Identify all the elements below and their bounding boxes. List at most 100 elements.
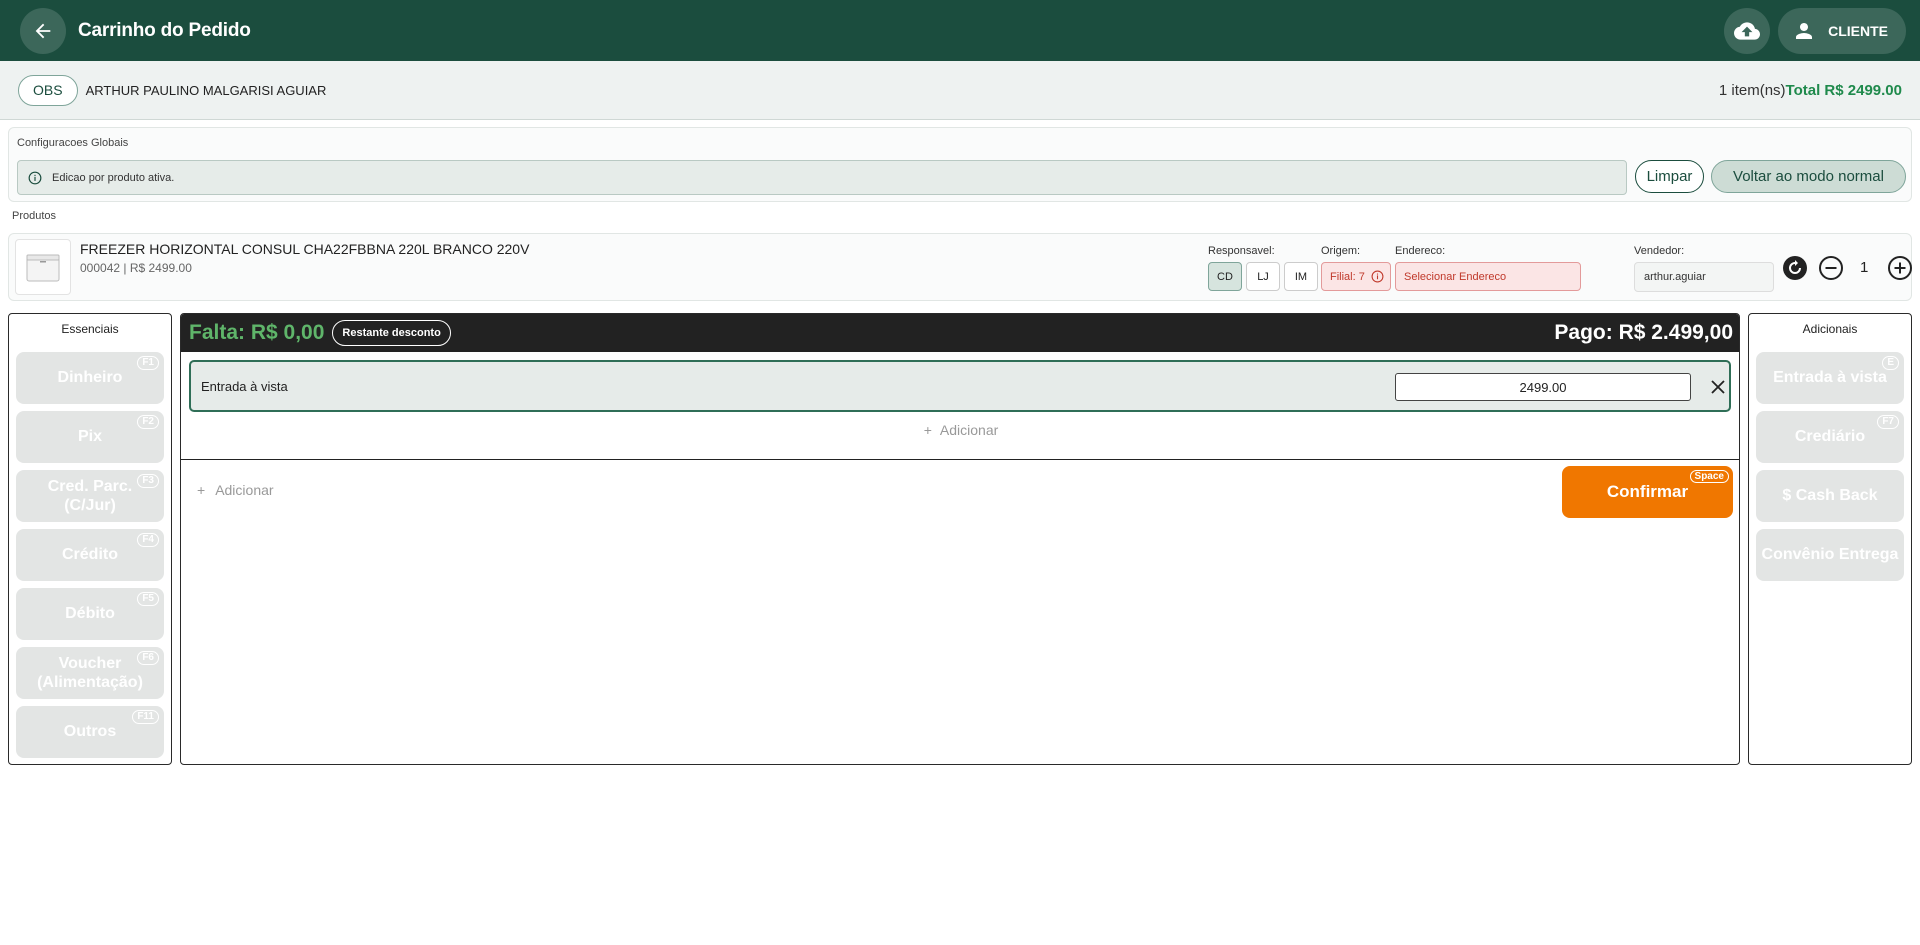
add-entry-button[interactable]: + Adicionar (181, 422, 1739, 438)
origem-label: Origem: (1321, 245, 1361, 257)
freezer-icon (26, 254, 60, 282)
payment-pix-button[interactable]: Pix F2 (16, 411, 164, 463)
additional-label: $ Cash Back (1782, 487, 1878, 505)
shield-refresh-icon (1783, 256, 1807, 280)
origem-field[interactable]: Filial: 7 (1321, 262, 1391, 291)
order-total: Total R$ 2499.00 (1785, 81, 1902, 99)
product-meta: 000042 | R$ 2499.00 (80, 261, 192, 275)
back-button[interactable] (20, 7, 66, 54)
endereco-select[interactable]: Selecionar Endereco (1395, 262, 1581, 291)
cloud-upload-icon (1734, 21, 1761, 40)
alert-info-icon (1371, 270, 1384, 283)
responsavel-lj-button[interactable]: LJ (1246, 262, 1280, 291)
additional-label: Crediário (1794, 428, 1866, 446)
additional-convenio-button[interactable]: Convênio Entrega (1756, 529, 1904, 581)
payment-voucher-button[interactable]: Voucher (Alimentação) F6 (16, 647, 164, 699)
shortcut-key: F2 (137, 415, 159, 429)
client-button-label: CLIENTE (1828, 22, 1888, 39)
payment-credito-button[interactable]: Crédito F4 (16, 529, 164, 581)
essenciais-title: Essenciais (61, 322, 119, 336)
responsavel-label: Responsavel: (1208, 245, 1275, 257)
clear-button[interactable]: Limpar (1635, 160, 1704, 193)
shortcut-key: F7 (1877, 415, 1899, 429)
product-name: FREEZER HORIZONTAL CONSUL CHA22FBBNA 220… (80, 241, 530, 257)
shortcut-key: F11 (132, 710, 159, 724)
items-count: 1 item(ns) (1718, 81, 1786, 99)
payment-entry-label: Entrada à vista (201, 378, 288, 394)
product-image (15, 239, 71, 295)
payment-entry-value-input[interactable]: 2499.00 (1395, 373, 1691, 401)
global-config-info: Edicao por produto ativa. (17, 160, 1627, 195)
remaining-amount: Falta: R$ 0,00 (189, 321, 325, 344)
responsavel-im-button[interactable]: IM (1284, 262, 1318, 291)
plus-icon: + (197, 482, 206, 498)
payment-label: Crédito (62, 546, 118, 564)
payment-entry-row: Entrada à vista 2499.00 (189, 360, 1731, 412)
add-entry-label: Adicionar (939, 422, 999, 438)
responsavel-cd-button[interactable]: CD (1208, 262, 1242, 291)
products-label: Produtos (12, 210, 57, 222)
additional-label: Convênio Entrega (1761, 546, 1899, 564)
vendedor-label: Vendedor: (1634, 245, 1685, 257)
payment-label: Outros (63, 723, 117, 741)
info-icon (28, 171, 42, 184)
additional-entrada-button[interactable]: Entrada à vista E (1756, 352, 1904, 404)
plus-icon: + (923, 422, 932, 438)
shortcut-key: F6 (137, 651, 159, 665)
payment-summary-bar: Falta: R$ 0,00 Restante desconto Pago: R… (181, 314, 1739, 352)
payment-outros-button[interactable]: Outros F11 (16, 706, 164, 758)
origem-value: Filial: 7 (1330, 270, 1365, 283)
minus-circle-icon (1819, 256, 1843, 280)
add-payment-label: Adicionar (215, 482, 274, 498)
essenciais-panel: Essenciais Dinheiro F1 Pix F2 Cred. Parc… (8, 313, 172, 765)
increase-quantity-button[interactable] (1886, 254, 1914, 282)
close-icon (1711, 380, 1725, 394)
global-config-panel: Configuracoes Globais Edicao por produto… (8, 127, 1912, 202)
shortcut-key: E (1882, 356, 1899, 370)
decrease-quantity-button[interactable] (1817, 254, 1845, 282)
payment-label: Débito (65, 605, 115, 623)
divider (181, 459, 1739, 460)
shortcut-key: F1 (137, 356, 159, 370)
remove-entry-button[interactable] (1706, 375, 1730, 399)
shortcut-key: F4 (137, 533, 159, 547)
page-title: Carrinho do Pedido (78, 19, 251, 41)
product-row: FREEZER HORIZONTAL CONSUL CHA22FBBNA 220… (8, 233, 1912, 301)
obs-button[interactable]: OBS (18, 74, 78, 106)
add-payment-button[interactable]: + Adicionar (197, 482, 274, 498)
shortcut-key: Space (1689, 470, 1729, 483)
payment-cred-parc-button[interactable]: Cred. Parc. (C/Jur) F3 (16, 470, 164, 522)
info-text: Edicao por produto ativa. (52, 171, 175, 184)
arrow-left-icon (35, 23, 51, 38)
client-bar: OBS ARTHUR PAULINO MALGARISI AGUIAR 1 it… (0, 61, 1920, 120)
confirm-label: Confirmar (1606, 482, 1689, 501)
confirm-button[interactable]: Confirmar Space (1562, 466, 1733, 518)
payment-label: Pix (77, 428, 102, 446)
app-header: Carrinho do Pedido CLIENTE (0, 0, 1920, 61)
additional-label: Entrada à vista (1773, 369, 1887, 387)
shortcut-key: F3 (137, 474, 159, 488)
endereco-label: Endereco: (1395, 245, 1446, 257)
back-to-normal-button[interactable]: Voltar ao modo normal (1711, 160, 1906, 193)
service-button[interactable] (1781, 254, 1809, 282)
payment-label: Dinheiro (57, 369, 123, 387)
person-icon (1796, 22, 1813, 39)
shortcut-key: F5 (137, 592, 159, 606)
client-button[interactable]: CLIENTE (1778, 7, 1906, 54)
paid-amount: Pago: R$ 2.499,00 (1554, 321, 1733, 344)
vendedor-field[interactable]: arthur.aguiar (1634, 262, 1774, 292)
payment-dinheiro-button[interactable]: Dinheiro F1 (16, 352, 164, 404)
payment-label: Cred. Parc. (C/Jur) (47, 477, 133, 514)
global-config-title: Configuracoes Globais (17, 137, 129, 149)
adicionais-title: Adicionais (1802, 322, 1858, 336)
adicionais-panel: Adicionais Entrada à vista E Crediário F… (1748, 313, 1912, 765)
payment-debito-button[interactable]: Débito F5 (16, 588, 164, 640)
plus-circle-icon (1888, 256, 1912, 280)
restante-desconto-button[interactable]: Restante desconto (332, 320, 451, 346)
client-name: ARTHUR PAULINO MALGARISI AGUIAR (85, 82, 327, 98)
quantity-value: 1 (1860, 259, 1869, 276)
additional-crediario-button[interactable]: Crediário F7 (1756, 411, 1904, 463)
additional-cashback-button[interactable]: $ Cash Back (1756, 470, 1904, 522)
payment-label: Voucher (Alimentação) (37, 654, 143, 691)
cloud-upload-button[interactable] (1724, 7, 1771, 54)
